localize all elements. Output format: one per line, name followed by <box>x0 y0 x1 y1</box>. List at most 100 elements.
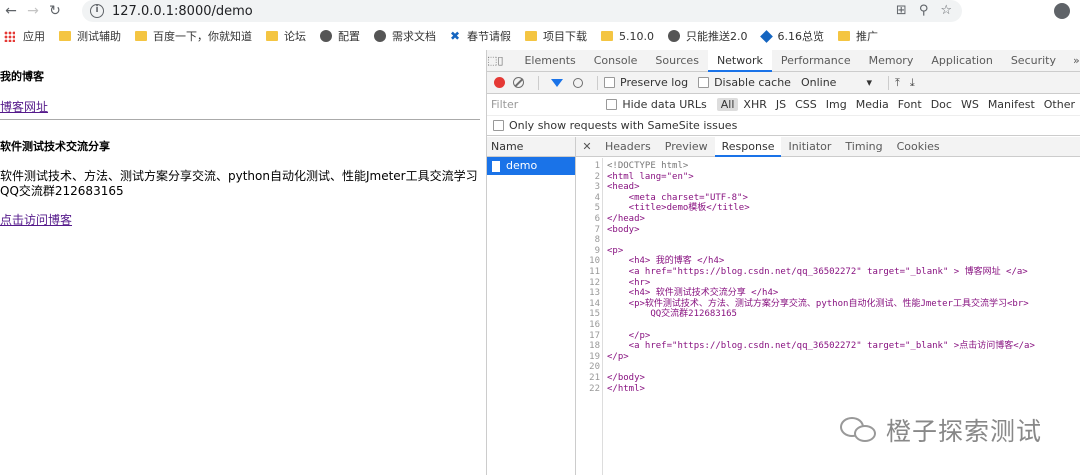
type-filter-img[interactable]: Img <box>822 98 851 111</box>
bookmark-overview[interactable]: 6.16总览 <box>759 28 824 44</box>
source-line: </body> <box>607 373 645 383</box>
import-har-icon[interactable]: ⤒ <box>895 76 900 90</box>
bookmark-project-download[interactable]: 项目下载 <box>525 28 587 44</box>
line-number: 2 <box>594 171 600 182</box>
address-bar[interactable]: i 127.0.0.1:8000/demo ⊞ ⚲ ☆ <box>82 0 962 22</box>
blog-link[interactable]: 博客网址 <box>0 98 48 115</box>
export-har-icon[interactable]: ⤓ <box>910 76 915 90</box>
bookmark-apps[interactable]: 应用 <box>0 28 45 44</box>
bookmark-test-tools[interactable]: 测试辅助 <box>59 28 121 44</box>
checkbox-box[interactable] <box>493 120 504 131</box>
line-number: 22 <box>589 383 600 394</box>
type-filter-doc[interactable]: Doc <box>927 98 956 111</box>
type-filter-js[interactable]: JS <box>772 98 790 111</box>
profile-avatar-icon[interactable] <box>1054 3 1070 19</box>
bookmark-forum[interactable]: 论坛 <box>266 28 306 44</box>
checkbox-box[interactable] <box>604 77 615 88</box>
apps-grid-icon <box>4 30 15 42</box>
tab-response[interactable]: Response <box>714 136 782 157</box>
tab-preview[interactable]: Preview <box>658 137 715 157</box>
translate-icon[interactable]: ⊞ <box>896 3 907 18</box>
tab-security[interactable]: Security <box>1002 50 1065 72</box>
source-line: <a href="https://blog.csdn.net/qq_365022… <box>607 267 1028 277</box>
more-tabs-icon[interactable]: » <box>1065 54 1080 67</box>
bookmark-requirements[interactable]: 需求文档 <box>374 28 436 44</box>
filter-icon[interactable] <box>551 78 563 87</box>
type-filter-manifest[interactable]: Manifest <box>984 98 1039 111</box>
type-filter-font[interactable]: Font <box>894 98 926 111</box>
bookmark-version[interactable]: 5.10.0 <box>601 30 654 43</box>
tab-elements[interactable]: Elements <box>515 50 584 72</box>
type-filter-css[interactable]: CSS <box>791 98 821 111</box>
type-filter-all[interactable]: All <box>716 98 739 111</box>
diamond-icon <box>759 29 773 43</box>
star-icon[interactable]: ☆ <box>940 3 952 18</box>
url-text: 127.0.0.1:8000/demo <box>112 3 253 19</box>
line-number: 10 <box>589 256 600 267</box>
forward-arrow-icon[interactable]: → <box>22 0 44 22</box>
bolt-icon: ✖ <box>450 29 461 43</box>
bookmarks-bar: 应用 测试辅助 百度一下，你就知道 论坛 配置 需求文档 ✖ 春节请假 项目下载 … <box>0 25 1080 47</box>
description-line-1: 软件测试技术、方法、测试方案分享交流、python自动化测试、性能Jmeter工… <box>0 169 478 183</box>
tab-sources[interactable]: Sources <box>646 50 708 72</box>
throttle-select[interactable]: Online ▾ <box>801 76 872 89</box>
tab-timing[interactable]: Timing <box>838 137 889 157</box>
request-row-demo[interactable]: demo <box>487 157 575 175</box>
tab-memory[interactable]: Memory <box>860 50 923 72</box>
record-icon[interactable] <box>494 77 505 88</box>
tab-console[interactable]: Console <box>585 50 647 72</box>
tab-network[interactable]: Network <box>707 49 772 72</box>
tab-performance[interactable]: Performance <box>772 50 860 72</box>
source-line: </head> <box>607 214 645 224</box>
preserve-log-checkbox[interactable]: Preserve log <box>604 76 688 89</box>
hide-data-urls-checkbox[interactable]: Hide data URLs <box>606 98 707 111</box>
folder-icon <box>838 31 850 41</box>
zoom-icon[interactable]: ⚲ <box>919 3 929 18</box>
line-number: 18 <box>589 341 600 352</box>
bookmark-push[interactable]: 只能推送2.0 <box>668 28 748 44</box>
type-filter-other[interactable]: Other <box>1040 98 1079 111</box>
line-number: 17 <box>589 330 600 341</box>
tab-headers[interactable]: Headers <box>598 137 658 157</box>
type-filter-ws[interactable]: WS <box>957 98 983 111</box>
tab-application[interactable]: Application <box>922 50 1001 72</box>
line-number: 4 <box>594 192 600 203</box>
tab-initiator[interactable]: Initiator <box>781 137 838 157</box>
devtools-tabs: ⬚ ▯ Elements Console Sources Network Per… <box>487 49 1080 72</box>
bookmark-promotion[interactable]: 推广 <box>838 28 878 44</box>
source-line: <html lang="en"> <box>607 171 694 182</box>
clear-icon[interactable] <box>513 77 524 88</box>
line-number: 6 <box>594 214 600 224</box>
samesite-checkbox[interactable]: Only show requests with SameSite issues <box>493 119 737 132</box>
type-filter-xhr[interactable]: XHR <box>739 98 770 111</box>
source-line: QQ交流群212683165 <box>607 309 737 320</box>
checkbox-box[interactable] <box>606 99 618 110</box>
bookmark-leave[interactable]: ✖ 春节请假 <box>450 28 511 44</box>
filter-input[interactable]: Filter <box>487 96 606 114</box>
tab-cookies[interactable]: Cookies <box>890 137 947 157</box>
site-info-icon[interactable]: i <box>90 4 104 18</box>
back-arrow-icon[interactable]: ← <box>0 0 22 22</box>
name-column-header[interactable]: Name <box>487 137 575 157</box>
line-number: 12 <box>589 277 600 288</box>
visit-blog-link[interactable]: 点击访问博客 <box>0 211 72 228</box>
source-line: <h4> 软件测试技术交流分享 </h4> <box>607 288 779 299</box>
source-line: <a href="https://blog.csdn.net/qq_365022… <box>607 341 1035 352</box>
source-line: </p> <box>607 351 629 362</box>
search-icon[interactable] <box>573 77 583 88</box>
chevron-down-icon: ▾ <box>866 76 872 89</box>
reload-icon[interactable]: ↻ <box>44 0 66 22</box>
disable-cache-checkbox[interactable]: Disable cache <box>698 76 791 89</box>
source-line: <head> <box>607 182 640 193</box>
inspect-element-icon[interactable]: ⬚ <box>487 50 497 72</box>
device-toolbar-icon[interactable]: ▯ <box>497 50 503 72</box>
samesite-filter: Only show requests with SameSite issues <box>487 116 1080 136</box>
bookmark-baidu[interactable]: 百度一下，你就知道 <box>135 28 252 44</box>
line-number: 8 <box>594 235 600 246</box>
close-icon[interactable]: ✕ <box>576 140 598 153</box>
type-filter-media[interactable]: Media <box>852 98 893 111</box>
description-line-2: QQ交流群212683165 <box>0 184 124 198</box>
bookmark-config[interactable]: 配置 <box>320 28 360 44</box>
wechat-icon <box>840 415 878 445</box>
checkbox-box[interactable] <box>698 77 710 88</box>
